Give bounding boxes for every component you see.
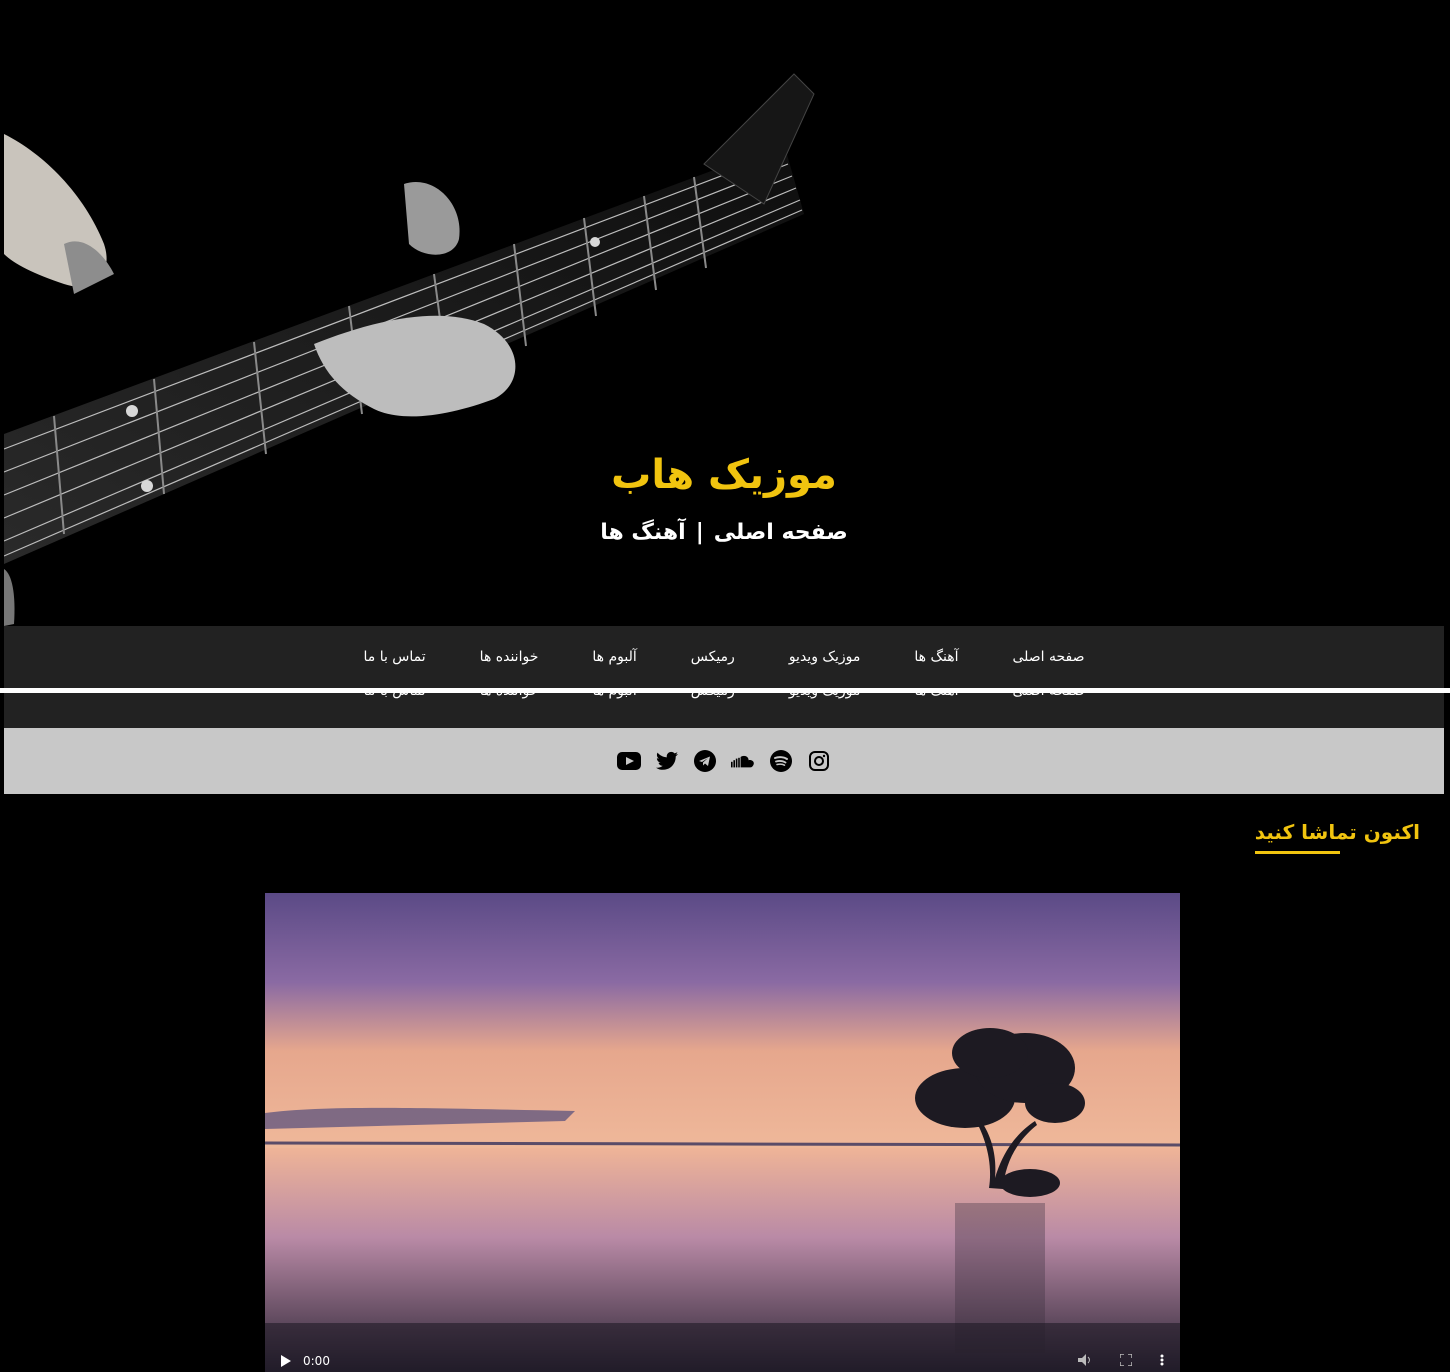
fullscreen-icon[interactable] xyxy=(1119,1352,1133,1369)
nav-item-albums[interactable]: آلبوم ها xyxy=(565,649,663,665)
breadcrumb-separator: | xyxy=(695,520,704,545)
nav-item-remix[interactable]: رمیکس xyxy=(664,693,762,699)
video-controls-right xyxy=(1078,1352,1164,1369)
sticky-nav-duplicate: صفحه اصلی آهنگ ها موزیک ویدیو رمیکس آلبو… xyxy=(4,693,1444,728)
nav-item-home[interactable]: صفحه اصلی xyxy=(985,649,1111,665)
telegram-icon[interactable] xyxy=(693,749,717,773)
breadcrumb-current: آهنگ ها xyxy=(600,520,686,545)
soundcloud-icon[interactable] xyxy=(731,749,755,773)
watch-now-title: اکنون تماشا کنید xyxy=(1254,820,1420,854)
youtube-icon[interactable] xyxy=(617,749,641,773)
volume-icon[interactable] xyxy=(1078,1353,1092,1369)
nav-item-contact[interactable]: تماس با ما xyxy=(336,693,452,699)
nav-item-music-video[interactable]: موزیک ویدیو xyxy=(762,649,888,665)
more-options-icon[interactable] xyxy=(1160,1354,1164,1369)
nav-item-singers[interactable]: خواننده ها xyxy=(453,649,566,665)
hero-banner: موزیک هاب صفحه اصلی | آهنگ ها xyxy=(4,4,1444,626)
title-underline xyxy=(1254,851,1340,854)
video-poster xyxy=(265,893,1180,1372)
nav-item-singers[interactable]: خواننده ها xyxy=(453,693,566,699)
nav-item-albums[interactable]: آلبوم ها xyxy=(565,693,663,699)
nav-item-remix[interactable]: رمیکس xyxy=(664,649,762,665)
play-icon[interactable] xyxy=(281,1352,291,1371)
video-controls: 0:00 xyxy=(265,1350,1180,1372)
site-title: موزیک هاب xyxy=(611,452,837,498)
video-time: 0:00 xyxy=(303,1354,330,1368)
nav-item-contact[interactable]: تماس با ما xyxy=(336,649,452,665)
breadcrumb-home[interactable]: صفحه اصلی xyxy=(714,520,848,545)
nav-item-home[interactable]: صفحه اصلی xyxy=(985,693,1111,699)
watch-now-section: اکنون تماشا کنید 0:00 xyxy=(4,794,1444,1372)
instagram-icon[interactable] xyxy=(807,749,831,773)
nav-item-songs[interactable]: آهنگ ها xyxy=(887,649,985,665)
breadcrumb: صفحه اصلی | آهنگ ها xyxy=(4,520,1444,545)
main-nav: صفحه اصلی آهنگ ها موزیک ویدیو رمیکس آلبو… xyxy=(4,626,1444,688)
nav-item-music-video[interactable]: موزیک ویدیو xyxy=(762,693,888,699)
spotify-icon[interactable] xyxy=(769,749,793,773)
watch-now-title-text: اکنون تماشا کنید xyxy=(1254,820,1420,844)
social-bar xyxy=(4,728,1444,794)
video-player[interactable]: 0:00 xyxy=(265,893,1180,1372)
nav-item-songs[interactable]: آهنگ ها xyxy=(887,693,985,699)
twitter-icon[interactable] xyxy=(655,749,679,773)
